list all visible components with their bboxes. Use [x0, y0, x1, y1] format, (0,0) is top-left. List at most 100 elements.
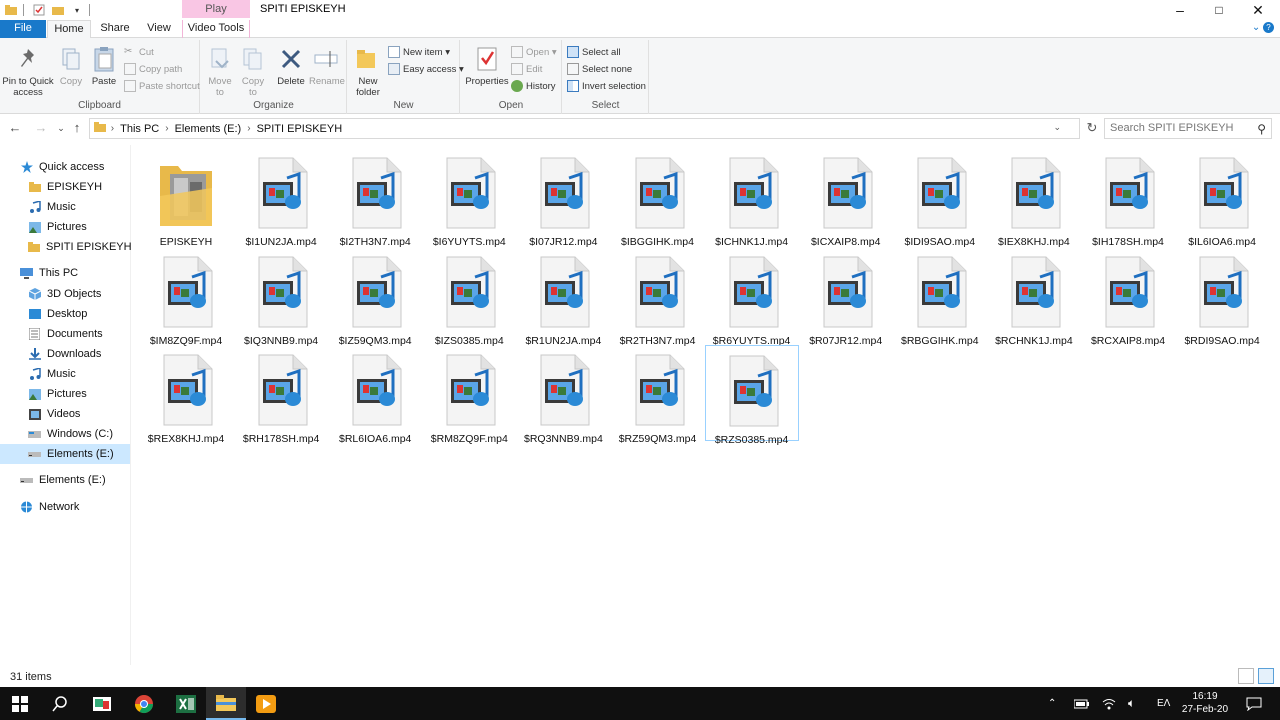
file-item[interactable]: $IBGGIHK.mp4 [611, 148, 705, 248]
file-item[interactable]: $RDI9SAO.mp4 [1175, 247, 1269, 347]
file-item[interactable]: $IEX8KHJ.mp4 [987, 148, 1081, 248]
breadcrumb-current[interactable]: SPITI EPISKEYH [257, 123, 343, 135]
move-to-button[interactable]: Move to [205, 44, 235, 98]
file-item[interactable]: $I07JR12.mp4 [516, 148, 610, 248]
nav-pictures[interactable]: Pictures [0, 384, 130, 404]
refresh-button[interactable]: ↻ [1084, 120, 1100, 136]
nav-downloads[interactable]: Downloads [0, 344, 130, 364]
file-item[interactable]: $R07JR12.mp4 [799, 247, 893, 347]
paste-shortcut-button[interactable]: Paste shortcut [124, 78, 200, 94]
nav-desktop[interactable]: Desktop [0, 304, 130, 324]
file-explorer-icon[interactable] [206, 687, 246, 720]
breadcrumb-elements[interactable]: Elements (E:) [175, 123, 242, 135]
properties-button[interactable]: Properties [465, 44, 509, 87]
file-item[interactable]: $RL6IOA6.mp4 [328, 345, 422, 445]
notifications-icon[interactable] [1246, 687, 1262, 720]
breadcrumb-this-pc[interactable]: This PC [120, 123, 159, 135]
file-item[interactable]: $IH178SH.mp4 [1081, 148, 1175, 248]
up-button[interactable]: ↑ [68, 120, 86, 136]
excel-icon[interactable] [166, 687, 206, 720]
wifi-icon[interactable] [1102, 687, 1116, 720]
file-item[interactable]: $IDI9SAO.mp4 [893, 148, 987, 248]
history-button[interactable]: History [511, 78, 556, 94]
file-item[interactable]: $RBGGIHK.mp4 [893, 247, 987, 347]
file-item[interactable]: $RCXAIP8.mp4 [1081, 247, 1175, 347]
address-bar[interactable]: › This PC › Elements (E:) › SPITI EPISKE… [89, 118, 1080, 139]
file-item[interactable]: $RZS0385.mp4 [704, 345, 799, 446]
nav-elements-e[interactable]: Elements (E:) [0, 444, 130, 464]
copy-path-button[interactable]: Copy path [124, 61, 182, 77]
file-item[interactable]: $RCHNK1J.mp4 [987, 247, 1081, 347]
file-item[interactable]: $IZ59QM3.mp4 [328, 247, 422, 347]
paste-button[interactable]: Paste [89, 44, 119, 87]
maximize-button[interactable]: □ [1199, 0, 1239, 20]
nav-quick-music[interactable]: Music [0, 197, 130, 217]
large-icons-view-button[interactable] [1258, 668, 1274, 684]
back-button[interactable]: ← [6, 120, 24, 136]
file-item[interactable]: $REX8KHJ.mp4 [139, 345, 233, 445]
nav-videos[interactable]: Videos [0, 404, 130, 424]
minimize-button[interactable]: – [1160, 0, 1200, 20]
clock[interactable]: 16:19 27-Feb-20 [1176, 690, 1234, 716]
select-none-button[interactable]: Select none [567, 61, 632, 77]
chrome-icon[interactable] [124, 687, 164, 720]
tab-view[interactable]: View [140, 20, 178, 38]
cut-button[interactable]: ✂ Cut [124, 44, 154, 60]
forward-button[interactable]: → [32, 120, 50, 136]
rename-button[interactable]: Rename [309, 44, 345, 87]
battery-icon[interactable] [1074, 687, 1090, 720]
nav-elements-drive[interactable]: Elements (E:) [0, 470, 130, 490]
properties-qat-icon[interactable] [31, 2, 47, 18]
file-item[interactable]: $ICXAIP8.mp4 [799, 148, 893, 248]
nav-this-pc[interactable]: This PC [0, 263, 130, 283]
edit-button[interactable]: Edit [511, 61, 542, 77]
new-folder-button[interactable]: New folder [352, 44, 384, 98]
address-dropdown-icon[interactable]: ⌄ [1053, 122, 1061, 133]
invert-selection-button[interactable]: Invert selection [567, 78, 646, 94]
nav-quick-access[interactable]: Quick access [0, 157, 130, 177]
start-button[interactable] [0, 687, 40, 720]
search-input[interactable]: Search SPITI EPISKEYH ⚲ [1104, 118, 1272, 139]
tab-file[interactable]: File [0, 20, 46, 38]
delete-button[interactable]: Delete [276, 44, 306, 87]
open-button[interactable]: Open ▾ [511, 44, 557, 60]
new-item-button[interactable]: New item ▾ [388, 44, 450, 60]
file-item[interactable]: $RQ3NNB9.mp4 [516, 345, 610, 445]
app-icon[interactable] [82, 687, 122, 720]
ribbon-expand-icon[interactable]: ⌄ ? [1252, 22, 1274, 33]
copy-to-button[interactable]: Copy to [238, 44, 268, 98]
nav-quick-spiti-episkeyh[interactable]: SPITI EPISKEYH [0, 237, 132, 257]
file-item[interactable]: $IL6IOA6.mp4 [1175, 148, 1269, 248]
folder-item[interactable]: EPISKEYH [139, 148, 233, 248]
nav-windows-c[interactable]: Windows (C:) [0, 424, 130, 444]
language-indicator[interactable]: EΛ [1157, 687, 1170, 720]
select-all-button[interactable]: Select all [567, 44, 621, 60]
volume-icon[interactable]: 🔈︎ [1128, 687, 1135, 720]
copy-button[interactable]: Copy [56, 44, 86, 87]
file-item[interactable]: $I1UN2JA.mp4 [234, 148, 328, 248]
tab-home[interactable]: Home [47, 20, 91, 39]
file-item[interactable]: $R6YUYTS.mp4 [705, 247, 799, 347]
file-item[interactable]: $RM8ZQ9F.mp4 [422, 345, 516, 445]
close-button[interactable]: ✕ [1238, 0, 1278, 20]
file-item[interactable]: $ICHNK1J.mp4 [705, 148, 799, 248]
nav-3d-objects[interactable]: 3D Objects [0, 284, 130, 304]
qat-dropdown-icon[interactable]: ▾ [69, 2, 85, 18]
nav-quick-pictures[interactable]: Pictures [0, 217, 130, 237]
tab-video-tools[interactable]: Video Tools [182, 20, 250, 38]
pin-to-quick-access-button[interactable]: Pin to Quick access [2, 44, 54, 98]
file-item[interactable]: $RH178SH.mp4 [234, 345, 328, 445]
file-item[interactable]: $IZS0385.mp4 [422, 247, 516, 347]
new-folder-qat-icon[interactable] [50, 2, 66, 18]
file-item[interactable]: $IM8ZQ9F.mp4 [139, 247, 233, 347]
nav-network[interactable]: Network [0, 497, 130, 517]
contextual-tab-play[interactable]: Play [182, 0, 250, 18]
nav-quick-episkeyh[interactable]: EPISKEYH [0, 177, 130, 197]
search-taskbar-icon[interactable] [40, 687, 80, 720]
media-player-icon[interactable] [246, 687, 286, 720]
file-item[interactable]: $R2TH3N7.mp4 [611, 247, 705, 347]
show-hidden-icons-button[interactable]: ⌃ [1048, 687, 1056, 720]
file-item[interactable]: $RZ59QM3.mp4 [611, 345, 705, 445]
nav-documents[interactable]: Documents [0, 324, 130, 344]
file-item[interactable]: $I2TH3N7.mp4 [328, 148, 422, 248]
